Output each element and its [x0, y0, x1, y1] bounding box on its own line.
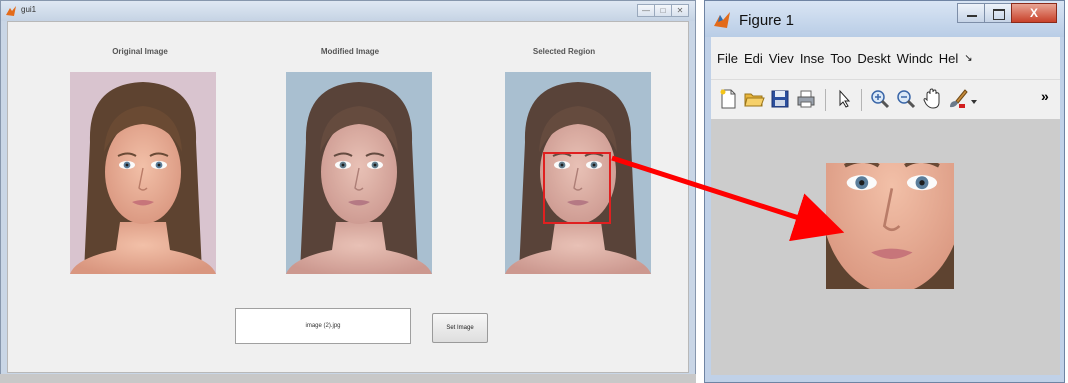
menu-help[interactable]: Hel — [939, 51, 959, 66]
close-button[interactable]: X — [1011, 3, 1057, 23]
menu-view[interactable]: Viev — [769, 51, 794, 66]
figure1-title: Figure 1 — [739, 12, 795, 29]
menu-desktop[interactable]: Deskt — [857, 51, 890, 66]
zoom-out-icon[interactable] — [895, 88, 917, 110]
filename-input[interactable]: image (2).jpg — [235, 308, 411, 344]
original-face-image — [70, 81, 216, 274]
open-folder-icon[interactable] — [743, 88, 765, 110]
selected-region-axes[interactable] — [505, 72, 651, 274]
dropdown-arrow-icon[interactable] — [969, 88, 979, 110]
print-icon[interactable] — [795, 88, 817, 110]
menu-window[interactable]: Windc — [897, 51, 933, 66]
modified-image-axes[interactable] — [286, 72, 432, 274]
figure1-window: Figure 1 X File Edi Viev Inse Too Deskt … — [704, 0, 1065, 383]
matlab-logo-icon — [714, 12, 730, 28]
maximize-button[interactable]: □ — [654, 4, 672, 17]
modified-face-image — [286, 81, 432, 274]
close-button[interactable]: ✕ — [671, 4, 689, 17]
figure1-toolbar: » — [711, 79, 1060, 119]
matlab-logo-icon — [6, 6, 16, 16]
more-icon[interactable]: » — [1041, 88, 1063, 110]
taskbar-strip — [0, 374, 696, 383]
original-image-caption: Original Image — [112, 47, 168, 56]
original-image-axes[interactable] — [70, 72, 216, 274]
figure1-titlebar[interactable]: Figure 1 X — [705, 1, 1064, 37]
pan-hand-icon[interactable] — [921, 88, 943, 110]
pointer-icon[interactable] — [833, 88, 855, 110]
brush-icon[interactable] — [947, 88, 969, 110]
set-image-button[interactable]: Set Image — [432, 313, 488, 343]
zoom-in-icon[interactable] — [869, 88, 891, 110]
menu-edit[interactable]: Edi — [744, 51, 763, 66]
gui1-client-area: Original Image Modified Image Selected R… — [7, 21, 689, 373]
gui1-window: gui1 — □ ✕ Original Image Modified Image… — [0, 0, 696, 380]
figure1-canvas[interactable] — [711, 119, 1060, 375]
menu-file[interactable]: File — [717, 51, 738, 66]
modified-image-caption: Modified Image — [320, 47, 380, 56]
gui1-titlebar[interactable]: gui1 — □ ✕ — [1, 1, 695, 21]
selection-rectangle[interactable] — [543, 152, 611, 224]
cropped-face-image — [826, 163, 954, 289]
new-file-icon[interactable] — [717, 88, 739, 110]
gui1-title: gui1 — [21, 5, 37, 14]
minimize-button[interactable] — [957, 3, 985, 23]
minimize-button[interactable]: — — [637, 4, 655, 17]
save-icon[interactable] — [769, 88, 791, 110]
toolbar-separator — [825, 89, 826, 111]
menu-insert[interactable]: Inse — [800, 51, 825, 66]
selected-region-caption: Selected Region — [532, 47, 596, 56]
menu-overflow-icon[interactable]: ↘ — [964, 53, 972, 64]
menu-tools[interactable]: Too — [830, 51, 851, 66]
figure1-menubar: File Edi Viev Inse Too Deskt Windc Hel ↘ — [711, 37, 1060, 79]
cropped-region-image — [826, 163, 954, 289]
toolbar-separator — [861, 89, 862, 111]
maximize-button[interactable] — [984, 3, 1012, 23]
